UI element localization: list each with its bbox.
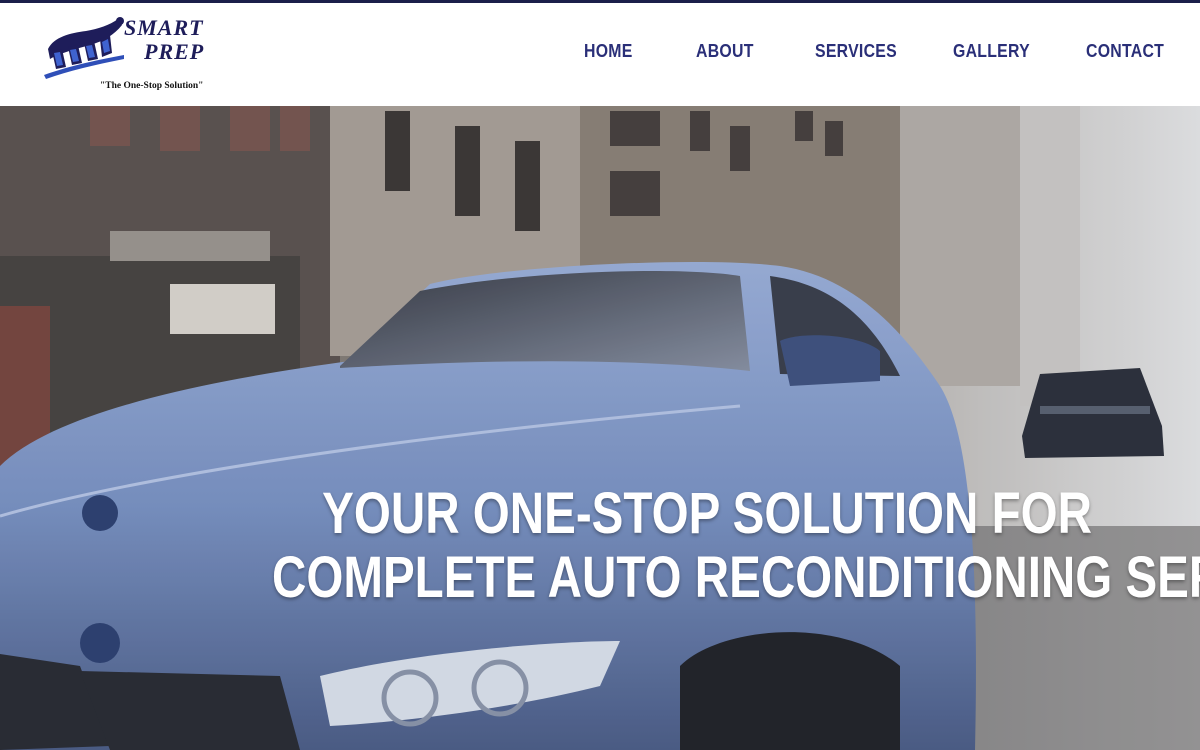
hero-headline-line1: YOUR ONE-STOP SOLUTION FOR <box>322 481 1092 546</box>
hero-background-image <box>0 106 1200 750</box>
nav-services[interactable]: SERVICES <box>815 41 897 62</box>
brand-name-line1: SMART <box>124 15 204 40</box>
hero-section: YOUR ONE-STOP SOLUTION FOR COMPLETE AUTO… <box>0 106 1200 750</box>
nav-home[interactable]: HOME <box>584 41 633 62</box>
site-header: SMART PREP "The One-Stop Solution" HOME … <box>0 3 1200 106</box>
nav-contact[interactable]: CONTACT <box>1086 41 1164 62</box>
nav-about[interactable]: ABOUT <box>696 41 754 62</box>
brand-tagline: "The One-Stop Solution" <box>100 81 204 91</box>
hero-headline-line2: COMPLETE AUTO RECONDITIONING SERVICES <box>272 545 1200 610</box>
nav-gallery[interactable]: GALLERY <box>953 41 1030 62</box>
main-nav: HOME ABOUT SERVICES GALLERY CONTACT <box>0 41 1200 71</box>
